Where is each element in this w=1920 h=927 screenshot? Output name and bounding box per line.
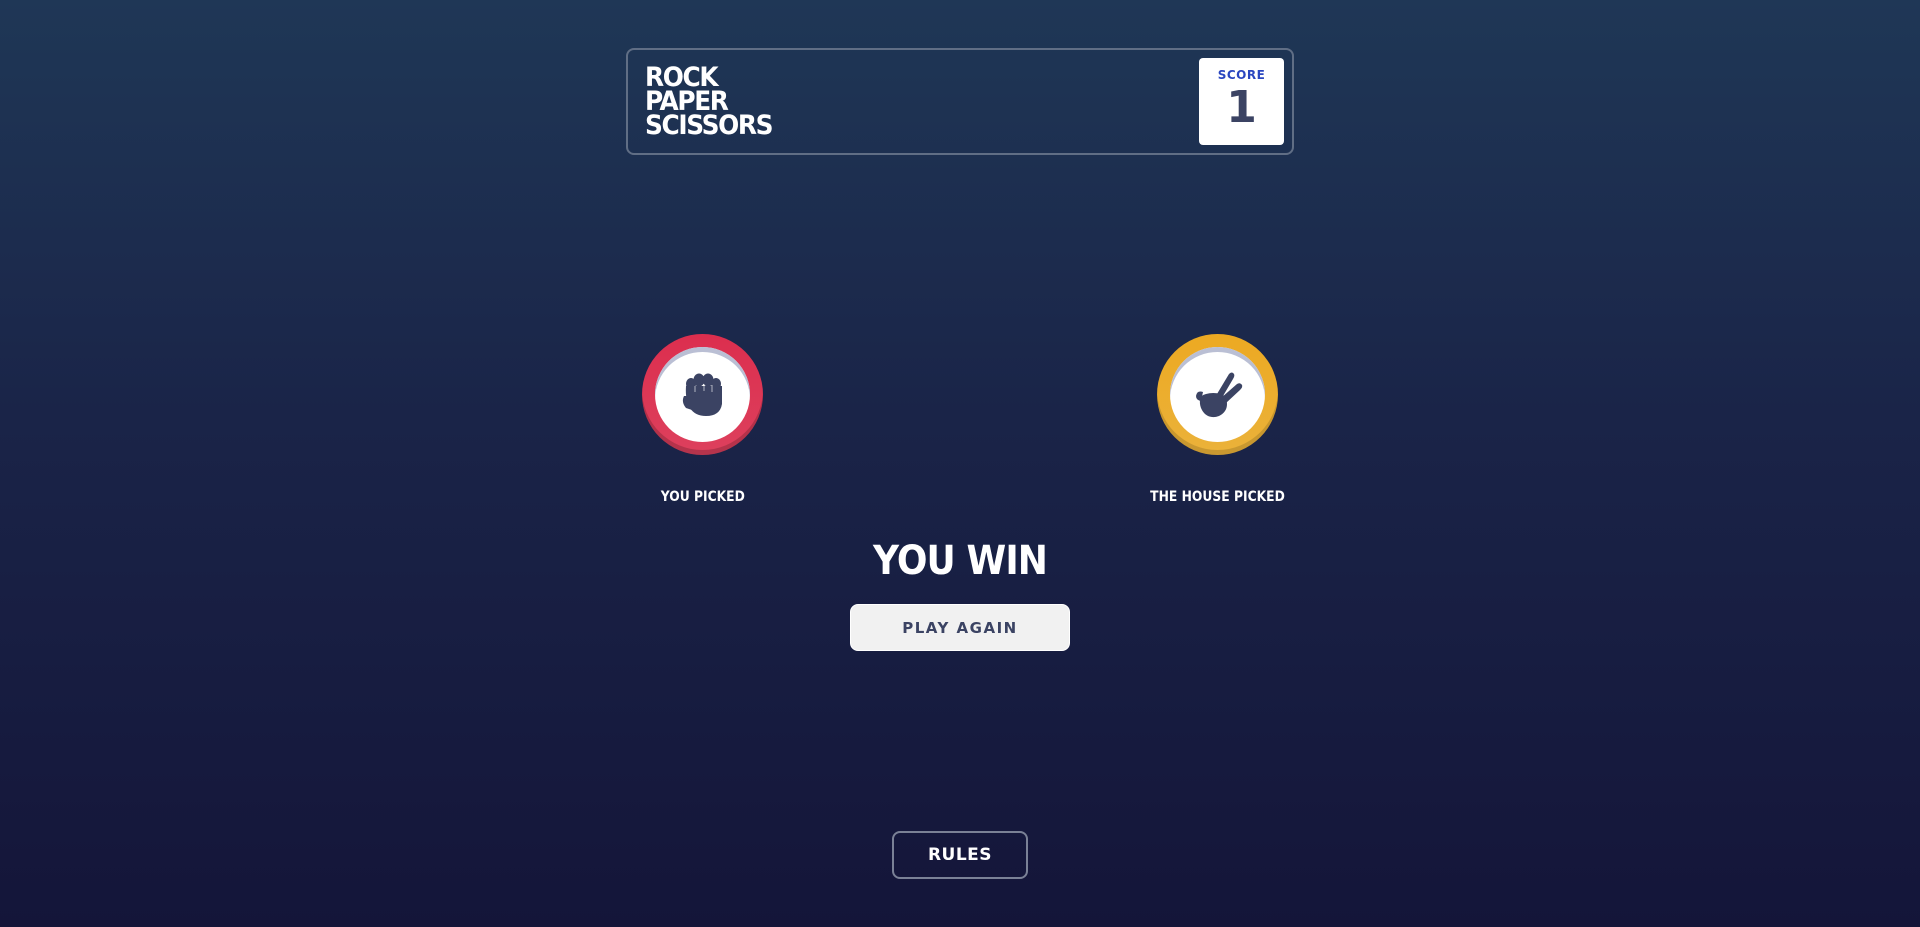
scissors-token — [1157, 334, 1278, 455]
player-pick: YOU PICKED — [642, 334, 763, 505]
you-picked-label: YOU PICKED — [660, 489, 745, 505]
scissors-token-face — [1170, 347, 1265, 442]
play-again-button[interactable]: PLAY AGAIN — [850, 604, 1070, 651]
rock-hand-icon — [682, 373, 722, 416]
result-text: YOU WIN — [872, 538, 1048, 584]
rules-button[interactable]: RULES — [892, 831, 1028, 879]
score-box: SCORE 1 — [1199, 58, 1284, 145]
house-pick: THE HOUSE PICKED — [1150, 334, 1285, 505]
scissors-hand-icon — [1195, 372, 1242, 417]
score-label: SCORE — [1217, 68, 1266, 82]
game-title: ROCK PAPER SCISSORS — [645, 64, 774, 141]
scoreboard-header: ROCK PAPER SCISSORS SCORE 1 — [626, 48, 1294, 155]
rock-token — [642, 334, 763, 455]
rock-token-face — [655, 347, 750, 442]
house-picked-label: THE HOUSE PICKED — [1150, 489, 1285, 505]
score-value: 1 — [1226, 82, 1257, 133]
title-line-scissors: SCISSORS — [645, 110, 774, 141]
